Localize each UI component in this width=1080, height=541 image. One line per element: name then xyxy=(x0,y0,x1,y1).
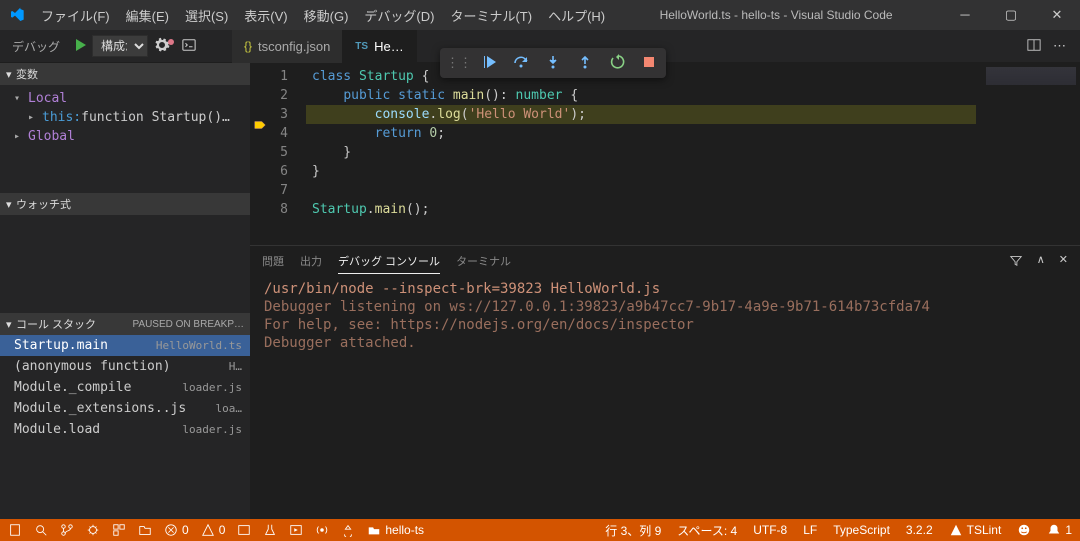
editor-area: 12345678 class Startup { public static m… xyxy=(250,63,1080,541)
menu-item[interactable]: 編集(E) xyxy=(119,2,176,29)
status-bar: 0 0 hello-ts 行 3、列 9 スペース: 4 UTF-8 LF Ty… xyxy=(0,519,1080,541)
status-open-folder[interactable]: hello-ts xyxy=(367,523,424,537)
stop-button[interactable] xyxy=(638,54,660,73)
debug-console-toggle[interactable] xyxy=(176,38,202,55)
panel-close-button[interactable]: ✕ xyxy=(1059,249,1068,274)
menu-item[interactable]: ターミナル(T) xyxy=(443,2,539,29)
callstack-frame[interactable]: (anonymous function)H… xyxy=(0,356,250,377)
tab-label: He… xyxy=(374,39,404,54)
panel-collapse-button[interactable]: ∧ xyxy=(1037,249,1045,274)
debug-settings-button[interactable] xyxy=(148,37,176,56)
debug-sidebar: ▾変数 ▾Local ▸this: function Startup()… ▸G… xyxy=(0,63,250,541)
panel-tabs: 問題出力デバッグ コンソールターミナル ∧ ✕ xyxy=(250,246,1080,276)
menu-item[interactable]: ヘルプ(H) xyxy=(541,2,612,29)
vscode-logo-icon xyxy=(0,7,34,23)
code-line[interactable]: return 0; xyxy=(306,124,976,143)
debug-console-output[interactable]: /usr/bin/node --inspect-brk=39823 HelloW… xyxy=(250,276,1080,519)
panel-tab[interactable]: ターミナル xyxy=(456,249,511,273)
window-title: HelloWorld.ts - hello-ts - Visual Studio… xyxy=(612,8,940,22)
status-branch-icon[interactable] xyxy=(60,523,74,537)
breakpoint-arrow-icon xyxy=(253,118,267,135)
maximize-button[interactable]: ▢ xyxy=(988,0,1034,30)
debug-config-select[interactable]: 構成がぁ xyxy=(92,35,148,57)
typescript-icon: TS xyxy=(355,41,368,52)
minimap[interactable] xyxy=(976,63,1080,245)
editor-tab[interactable]: {} tsconfig.json xyxy=(232,30,343,63)
status-eol[interactable]: LF xyxy=(803,523,817,537)
continue-button[interactable] xyxy=(478,54,500,73)
menu-item[interactable]: デバッグ(D) xyxy=(357,2,441,29)
callstack-frame[interactable]: Module._extensions..jsloa… xyxy=(0,398,250,419)
callstack-frame[interactable]: Startup.mainHelloWorld.ts xyxy=(0,335,250,356)
panel-tab[interactable]: 出力 xyxy=(300,249,322,273)
code-line[interactable]: Startup.main(); xyxy=(306,200,976,219)
menu-item[interactable]: ファイル(F) xyxy=(34,2,117,29)
status-notifications[interactable]: 1 xyxy=(1047,523,1072,537)
line-gutter: 12345678 xyxy=(250,63,306,245)
code-line[interactable]: public static main(): number { xyxy=(306,86,976,105)
status-search-icon[interactable] xyxy=(34,523,48,537)
menu-item[interactable]: 表示(V) xyxy=(237,2,294,29)
title-bar: ファイル(F)編集(E)選択(S)表示(V)移動(G)デバッグ(D)ターミナル(… xyxy=(0,0,1080,30)
status-warnings[interactable]: 0 xyxy=(201,523,226,537)
status-cursor-pos[interactable]: 行 3、列 9 xyxy=(605,522,661,539)
callstack-frame[interactable]: Module._compileloader.js xyxy=(0,377,250,398)
panel-filter-button[interactable] xyxy=(1009,249,1023,274)
window-controls: ─ ▢ ✕ xyxy=(940,0,1080,30)
tab-label: tsconfig.json xyxy=(258,39,330,54)
debug-label: デバッグ xyxy=(4,38,68,55)
bottom-panel: 問題出力デバッグ コンソールターミナル ∧ ✕ /usr/bin/node --… xyxy=(250,245,1080,541)
split-editor-button[interactable] xyxy=(1027,38,1041,55)
debug-toolbar-grip-icon[interactable]: ⋮⋮ xyxy=(446,55,468,71)
status-preview-icon[interactable] xyxy=(237,523,251,537)
variables-header[interactable]: ▾変数 xyxy=(0,63,250,85)
status-encoding[interactable]: UTF-8 xyxy=(753,523,787,537)
close-button[interactable]: ✕ xyxy=(1034,0,1080,30)
step-out-button[interactable] xyxy=(574,54,596,73)
menu-item[interactable]: 移動(G) xyxy=(297,2,356,29)
status-run-icon[interactable] xyxy=(289,523,303,537)
editor-tabs: {} tsconfig.json TS He… xyxy=(232,30,417,63)
callstack-frame[interactable]: Module.loadloader.js xyxy=(0,419,250,440)
code-line[interactable]: console.log('Hello World'); xyxy=(306,105,976,124)
status-errors[interactable]: 0 xyxy=(164,523,189,537)
panel-tab[interactable]: 問題 xyxy=(262,249,284,273)
step-into-button[interactable] xyxy=(542,54,564,73)
status-debug2-icon[interactable] xyxy=(341,523,355,537)
status-indent[interactable]: スペース: 4 xyxy=(677,522,737,539)
more-actions-button[interactable]: ⋯ xyxy=(1053,38,1066,55)
editor-tab[interactable]: TS He… xyxy=(343,30,416,63)
callstack-header[interactable]: ▾コール スタックPAUSED ON BREAKP… xyxy=(0,313,250,335)
settings-badge-icon xyxy=(168,39,174,45)
debug-start-button[interactable] xyxy=(68,37,92,56)
code-line[interactable]: } xyxy=(306,162,976,181)
status-beaker-icon[interactable] xyxy=(263,523,277,537)
code-editor[interactable]: 12345678 class Startup { public static m… xyxy=(250,63,1080,245)
menu-bar: ファイル(F)編集(E)選択(S)表示(V)移動(G)デバッグ(D)ターミナル(… xyxy=(34,2,612,29)
code-line[interactable] xyxy=(306,181,976,200)
minimize-button[interactable]: ─ xyxy=(942,0,988,30)
status-folder-icon[interactable] xyxy=(138,523,152,537)
restart-button[interactable] xyxy=(606,54,628,73)
variables-this[interactable]: ▸this: function Startup()… xyxy=(0,108,250,127)
panel-tab[interactable]: デバッグ コンソール xyxy=(338,249,440,274)
status-ext-icon[interactable] xyxy=(112,523,126,537)
status-lang[interactable]: TypeScript xyxy=(833,523,890,537)
menu-item[interactable]: 選択(S) xyxy=(178,2,235,29)
debug-toolbar[interactable]: ⋮⋮ xyxy=(440,48,666,78)
code-line[interactable]: } xyxy=(306,143,976,162)
step-over-button[interactable] xyxy=(510,54,532,73)
variables-local[interactable]: ▾Local xyxy=(0,89,250,108)
status-file-icon[interactable] xyxy=(8,523,22,537)
status-broadcast-icon[interactable] xyxy=(315,523,329,537)
watch-header[interactable]: ▾ウォッチ式 xyxy=(0,193,250,215)
status-ts-version[interactable]: 3.2.2 xyxy=(906,523,933,537)
status-feedback-icon[interactable] xyxy=(1017,523,1031,537)
status-debug-icon[interactable] xyxy=(86,523,100,537)
variables-global[interactable]: ▸Global xyxy=(0,127,250,146)
json-icon: {} xyxy=(244,39,252,53)
status-tslint[interactable]: TSLint xyxy=(949,523,1002,537)
